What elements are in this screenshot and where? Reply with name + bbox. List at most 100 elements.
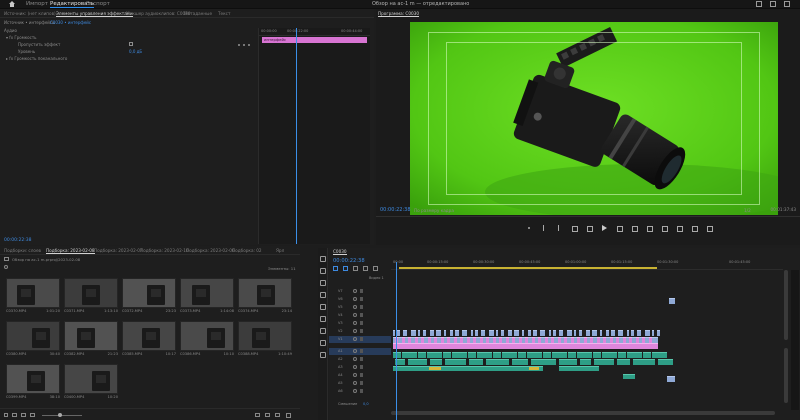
program-timecode[interactable]: 00:00:22:38 (380, 207, 411, 213)
ripple-edit-tool-icon[interactable] (320, 280, 326, 286)
bin-tab-3[interactable]: Подборка: 2023-02-10 (140, 248, 189, 253)
extract-icon[interactable] (661, 225, 668, 232)
audio-clip[interactable] (618, 352, 626, 358)
go-to-out-icon[interactable] (631, 225, 638, 232)
video-clip[interactable] (600, 330, 602, 336)
search-bin-icon[interactable] (275, 413, 280, 417)
audio-clip[interactable] (543, 352, 551, 358)
razor-tool-icon[interactable] (320, 292, 326, 298)
bin-clip-item[interactable]: C0380.MP4 30:40 (6, 321, 60, 361)
adjustment-clip[interactable] (393, 343, 658, 349)
fullscreen-icon[interactable] (756, 1, 762, 7)
audio-clip[interactable] (493, 352, 501, 358)
track-select-tool-icon[interactable] (320, 268, 326, 274)
audio-clip[interactable] (593, 352, 601, 358)
effect-clip-bar[interactable]: интерфейс (262, 37, 367, 43)
video-clip[interactable] (574, 330, 576, 336)
video-clip[interactable] (418, 330, 420, 336)
tab-audio-clip-mixer[interactable]: Микшер аудиоклипов: C0030 (126, 11, 191, 16)
title-clip[interactable] (669, 298, 675, 304)
effect-mini-timeline[interactable]: 00:00:00 00:00:22:00 00:00:44:00 интерфе… (258, 28, 370, 244)
audio-clip[interactable] (568, 352, 576, 358)
video-clip[interactable] (637, 330, 641, 336)
track-lock-icon[interactable] (360, 357, 363, 361)
audio-clip[interactable] (408, 359, 427, 365)
bin-clip-item[interactable]: C0373.MP4 1:14:08 (180, 278, 234, 318)
audio-clip[interactable] (427, 352, 442, 358)
bin-tab-1[interactable]: Подборка: 2023-02-08 (46, 248, 95, 254)
video-track-header[interactable]: V2 (329, 328, 391, 335)
account-icon[interactable] (784, 1, 790, 7)
source-label[interactable]: Источник • интерфейсы (4, 20, 55, 25)
video-clip[interactable] (579, 330, 582, 336)
sequence-tab[interactable]: C0030 (333, 249, 347, 255)
effect-volume[interactable]: ▾ fx Громкость (6, 35, 37, 40)
video-clip[interactable] (514, 330, 519, 336)
video-clip[interactable] (631, 330, 634, 336)
audio-clip[interactable] (559, 366, 599, 371)
audio-clip[interactable] (468, 352, 476, 358)
audio-clip[interactable] (443, 352, 451, 358)
audio-track-header[interactable]: A4 (329, 372, 391, 379)
audio-clip[interactable] (602, 352, 617, 358)
snap-icon[interactable] (333, 266, 338, 271)
video-clip[interactable] (475, 330, 478, 336)
video-clip[interactable] (606, 330, 609, 336)
audio-clip[interactable] (623, 374, 635, 379)
video-clip[interactable] (496, 330, 498, 336)
video-clip[interactable] (455, 330, 459, 336)
track-visibility-icon[interactable] (353, 329, 357, 333)
video-clip[interactable] (393, 330, 395, 336)
audio-clip[interactable] (512, 359, 528, 365)
keyframe-controls-icon[interactable] (238, 43, 252, 47)
tab-text[interactable]: Текст (218, 11, 230, 16)
video-track-header[interactable]: V4 (329, 312, 391, 319)
selection-tool-icon[interactable] (320, 256, 326, 262)
track-lock-icon[interactable] (360, 389, 363, 393)
audio-clip[interactable] (430, 359, 442, 365)
audio-vertical-scrollbar[interactable] (784, 348, 788, 403)
video-clip[interactable] (559, 330, 563, 336)
audio-clip[interactable] (643, 352, 651, 358)
audio-keyframe[interactable] (429, 367, 441, 370)
video-clip[interactable] (533, 330, 537, 336)
track-lock-icon[interactable] (360, 305, 363, 309)
video-track-header[interactable]: V1 (329, 336, 391, 343)
audio-clip[interactable] (445, 359, 466, 365)
music-clip[interactable] (667, 376, 675, 382)
track-lock-icon[interactable] (360, 321, 363, 325)
lift-icon[interactable] (646, 225, 653, 232)
type-tool-icon[interactable] (320, 352, 326, 358)
video-track-header[interactable]: V6 (329, 296, 391, 303)
track-lock-icon[interactable] (360, 329, 363, 333)
folder-icon[interactable] (4, 257, 9, 261)
bin-tab-4[interactable]: Подборка: 2023-02-06 (186, 248, 235, 253)
play-icon[interactable] (601, 225, 607, 231)
audio-track-header[interactable]: A3 (329, 364, 391, 371)
bypass-checkbox[interactable] (129, 42, 133, 46)
video-clip[interactable] (540, 330, 545, 336)
home-icon[interactable] (8, 1, 15, 7)
audio-clip[interactable] (418, 352, 426, 358)
track-visibility-icon[interactable] (353, 313, 357, 317)
add-marker-timeline-icon[interactable] (353, 266, 358, 271)
video-clip[interactable] (652, 330, 654, 336)
bin-search-input[interactable] (11, 264, 111, 270)
bin-clip-item[interactable]: C0386.MP4 10:10 (180, 321, 234, 361)
slip-tool-icon[interactable] (320, 304, 326, 310)
track-lock-icon[interactable] (360, 313, 363, 317)
video-clip[interactable] (522, 330, 524, 336)
freeform-view-icon[interactable] (30, 413, 35, 417)
video-clip[interactable] (592, 330, 597, 336)
bin-clip-item[interactable]: C0388.MP4 1:10:49 (238, 321, 292, 361)
track-mute-icon[interactable] (353, 389, 357, 393)
video-clip[interactable] (501, 330, 504, 336)
audio-track-header[interactable]: A5 (329, 380, 391, 387)
audio-clip[interactable] (486, 359, 509, 365)
audio-clip[interactable] (527, 352, 542, 358)
video-track-header[interactable]: V3 (329, 320, 391, 327)
video-clip[interactable] (481, 330, 485, 336)
video-clip[interactable] (397, 330, 400, 336)
video-clip[interactable] (462, 330, 467, 336)
timeline-timecode[interactable]: 00:00:22:38 (333, 258, 365, 264)
